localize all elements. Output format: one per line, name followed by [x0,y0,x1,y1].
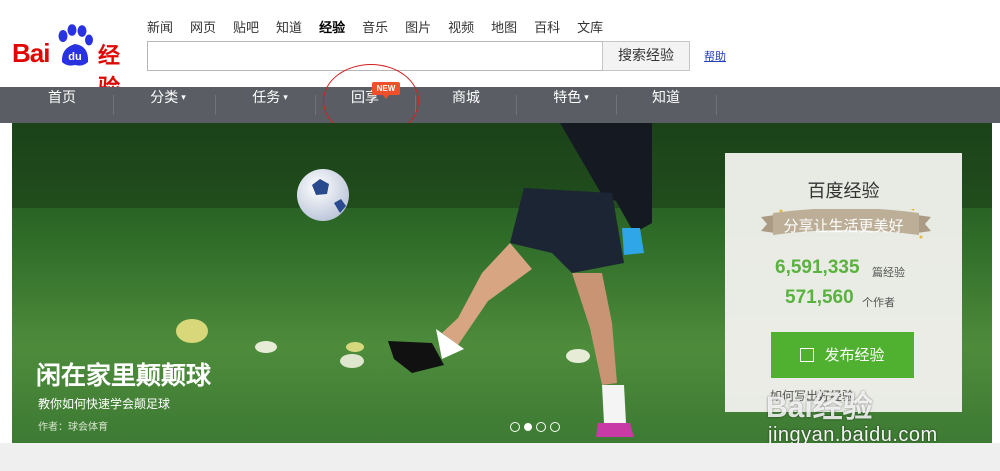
nav-divider [516,95,517,115]
publish-button-label: 发布经验 [824,346,885,364]
baidu-paw-icon: du [58,24,93,66]
watermark-logo: Bai经验 [766,391,873,424]
help-link[interactable]: 帮助 [704,48,726,64]
top-nav-item-video[interactable]: 视频 [448,17,474,36]
nav-divider [215,95,216,115]
main-nav-task[interactable]: 任务 ▾ [235,87,305,123]
authors-count: 571,560 [785,287,854,308]
top-nav-item-images[interactable]: 图片 [405,17,431,36]
articles-count: 6,591,335 [775,257,860,278]
card-title: 百度经验 [807,181,880,202]
top-nav-item-map[interactable]: 地图 [491,17,517,36]
edit-icon [800,348,815,362]
top-nav-item-baike[interactable]: 百科 [534,17,560,36]
top-nav-item-web[interactable]: 网页 [190,17,216,36]
main-nav-zhidao[interactable]: 知道 [634,87,698,123]
top-nav-item-music[interactable]: 音乐 [362,17,388,36]
carousel-dot[interactable] [510,422,520,432]
page: Bai du 经验 新闻 网页 贴吧 知道 经验 音乐 图片 视频 地图 百科 … [0,0,1000,471]
main-nav-category[interactable]: 分类 ▾ [133,87,203,123]
search-button[interactable]: 搜索经验 [602,41,690,71]
card-slogan: 分享让生活更美好 [783,217,904,235]
top-nav-item-jingyan[interactable]: 经验 [319,17,345,36]
articles-unit: 篇经验 [872,266,905,279]
nav-divider [113,95,114,115]
carousel-dot[interactable] [550,422,560,432]
nav-divider [616,95,617,115]
main-nav-mall-label: 商城 [452,90,480,106]
top-nav: 新闻 网页 贴吧 知道 经验 音乐 图片 视频 地图 百科 文库 [147,17,620,36]
nav-divider [716,95,717,115]
main-nav-category-label: 分类 [150,90,179,106]
banner-title[interactable]: 闲在家里颠颠球 [36,356,211,392]
banner-subtitle: 教你如何快速学会颠足球 [38,397,171,411]
main-nav-feature[interactable]: 特色 ▾ [536,87,606,123]
top-nav-item-news[interactable]: 新闻 [147,17,173,36]
logo-bai-text: Bai [12,38,50,68]
carousel-dots [510,422,560,432]
carousel-dot-active[interactable] [524,423,532,431]
main-nav-mall[interactable]: 商城 [434,87,498,123]
carousel-dot[interactable] [536,422,546,432]
chevron-down-icon: ▾ [584,93,589,103]
banner-author: 作者：球会体育 [38,422,108,433]
chevron-down-icon: ▾ [283,93,288,103]
main-nav-zhidao-label: 知道 [652,90,680,106]
main-nav-task-label: 任务 [252,90,281,106]
logo-du-text: du [68,51,81,63]
chevron-down-icon: ▾ [181,93,186,103]
main-nav-feature-label: 特色 [553,90,582,106]
top-nav-item-wenku[interactable]: 文库 [577,17,603,36]
top-nav-item-zhidao[interactable]: 知道 [276,17,302,36]
main-nav-bar: 首页 分类 ▾ 任务 ▾ 回享 商城 特色 ▾ 知道 [0,87,1000,123]
authors-unit: 个作者 [862,296,895,309]
nav-divider [315,95,316,115]
top-nav-item-tieba[interactable]: 贴吧 [233,17,259,36]
main-nav-home-label: 首页 [48,90,76,106]
page-bottom-strip [0,443,1000,471]
main-nav-home[interactable]: 首页 [30,87,94,123]
baidu-jingyan-logo[interactable]: Bai du 经验 [12,24,136,101]
